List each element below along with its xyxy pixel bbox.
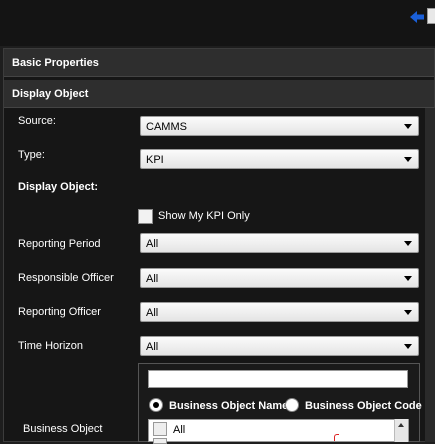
reporting-period-select[interactable]: All <box>140 233 419 253</box>
top-toolbar <box>0 0 435 46</box>
reporting-period-value: All <box>146 238 159 250</box>
business-object-code-label: Business Object Code <box>305 400 422 412</box>
display-object-header[interactable]: Display Object <box>4 80 434 108</box>
business-object-search-input[interactable] <box>148 370 408 388</box>
show-my-kpi-label: Show My KPI Only <box>158 210 250 222</box>
red-mark-icon <box>334 434 339 441</box>
type-value: KPI <box>146 154 164 166</box>
source-value: CAMMS <box>146 121 187 133</box>
responsible-officer-select[interactable]: All <box>140 268 419 288</box>
radio-selected-dot <box>153 402 159 408</box>
source-select[interactable]: CAMMS <box>140 116 419 136</box>
business-object-name-label: Business Object Name <box>169 400 289 412</box>
time-horizon-select[interactable]: All <box>140 336 419 356</box>
source-label: Source: <box>18 115 56 127</box>
basic-properties-title: Basic Properties <box>12 57 99 69</box>
list-item-all[interactable]: All <box>173 424 185 436</box>
basic-properties-header[interactable]: Basic Properties <box>4 49 434 77</box>
reporting-officer-label: Reporting Officer <box>18 306 101 318</box>
reporting-officer-select[interactable]: All <box>140 302 419 322</box>
business-object-name-radio[interactable] <box>149 398 163 412</box>
list-scrollbar[interactable] <box>394 419 408 442</box>
business-object-code-radio[interactable] <box>285 398 299 412</box>
type-select[interactable]: KPI <box>140 149 419 169</box>
back-arrow-icon[interactable] <box>409 9 425 25</box>
chevron-down-icon <box>404 344 412 349</box>
time-horizon-value: All <box>146 341 159 353</box>
chevron-down-icon <box>404 241 412 246</box>
type-label: Type: <box>18 149 45 161</box>
reporting-period-label: Reporting Period <box>18 238 101 250</box>
chevron-down-icon <box>404 124 412 129</box>
business-object-label: Business Object <box>23 423 103 435</box>
chevron-down-icon <box>404 310 412 315</box>
panel-scrollbar[interactable] <box>425 108 435 442</box>
responsible-officer-value: All <box>146 273 159 285</box>
reporting-officer-value: All <box>146 307 159 319</box>
chevron-up-icon[interactable] <box>398 423 404 427</box>
list-item-checkbox[interactable] <box>153 438 167 444</box>
show-my-kpi-checkbox[interactable] <box>138 209 153 224</box>
chevron-down-icon <box>404 276 412 281</box>
list-item-checkbox[interactable] <box>153 422 167 436</box>
display-object-label: Display Object: <box>18 181 99 193</box>
display-object-title: Display Object <box>12 88 89 100</box>
save-icon[interactable] <box>427 8 435 24</box>
time-horizon-label: Time Horizon <box>18 340 83 352</box>
chevron-down-icon <box>404 157 412 162</box>
responsible-officer-label: Responsible Officer <box>18 272 114 284</box>
business-object-list[interactable] <box>148 419 409 442</box>
